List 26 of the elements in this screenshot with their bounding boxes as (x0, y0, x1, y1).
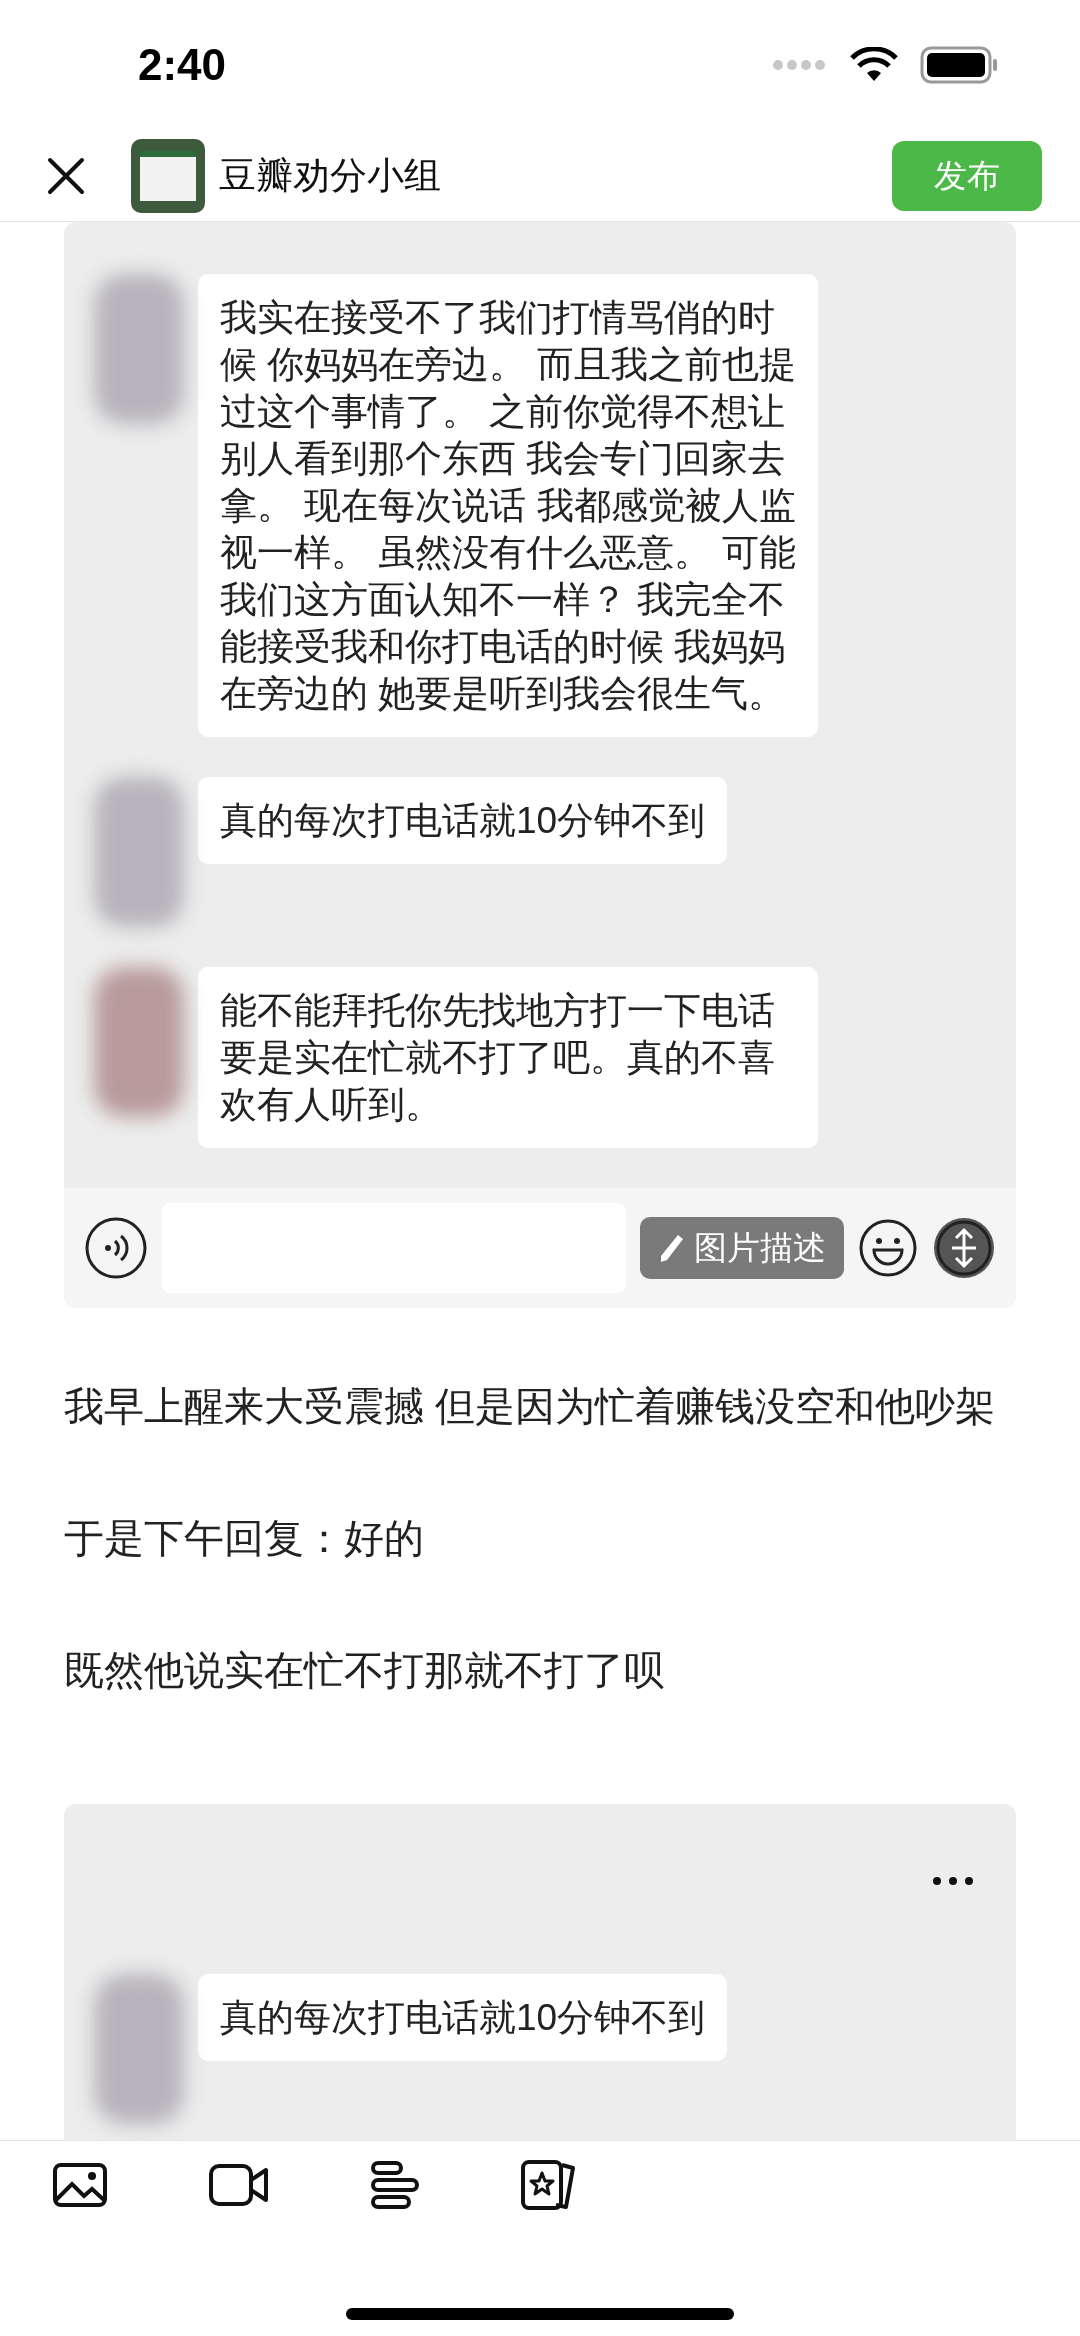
signal-icon (772, 59, 828, 71)
star-card-icon[interactable] (520, 2159, 576, 2211)
chat-screenshot[interactable]: 真的每次打电话就10分钟不到 (64, 1804, 1016, 2140)
close-icon[interactable] (46, 155, 86, 196)
voice-icon[interactable] (84, 1216, 148, 1280)
body-paragraph: 于是下午回复：好的 (64, 1515, 425, 1562)
body-paragraph: 既然他说实在忙不打那就不打了呗 (64, 1647, 665, 1694)
align-left-icon[interactable] (370, 2160, 420, 2210)
message-bubble: 真的每次打电话就10分钟不到 (198, 777, 728, 864)
video-icon[interactable] (208, 2163, 270, 2207)
emoji-icon[interactable] (858, 1218, 918, 1278)
publish-button[interactable]: 发布 (892, 140, 1042, 211)
battery-icon (920, 46, 998, 84)
image-description-button[interactable]: 图片描述 (640, 1217, 844, 1279)
more-icon[interactable] (932, 1876, 974, 1886)
image-icon[interactable] (52, 2162, 108, 2208)
pencil-icon (658, 1233, 684, 1263)
message-bubble: 真的每次打电话就10分钟不到 (198, 1974, 728, 2061)
message-bubble: 我实在接受不了我们打情骂俏的时候 你妈妈在旁边。 而且我之前也提过这个事情了。 之前你觉得不想让别人看到那个东西 我会专门回家去拿。 现在每次说话 我都感觉被人监视一样。 虽然没有什么恶意。 可能我们这方面认知不一样？ 我完全不能接受我和你打电话的时候 我妈妈在旁边的 她要是听到我会很生气。 (198, 274, 818, 737)
expand-icon[interactable] (932, 1216, 996, 1280)
wifi-icon (850, 47, 898, 83)
status-time: 2:40 (138, 39, 227, 91)
message-bubble: 能不能拜托你先找地方打一下电话要是实在忙就不打了吧。真的不喜欢有人听到。 (198, 967, 818, 1148)
body-paragraph: 我早上醒来大受震撼 但是因为忙着赚钱没空和他吵架 (64, 1383, 997, 1430)
chat-screenshot[interactable] (64, 222, 1016, 1308)
group-name: 豆瓣劝分小组 (219, 153, 441, 198)
